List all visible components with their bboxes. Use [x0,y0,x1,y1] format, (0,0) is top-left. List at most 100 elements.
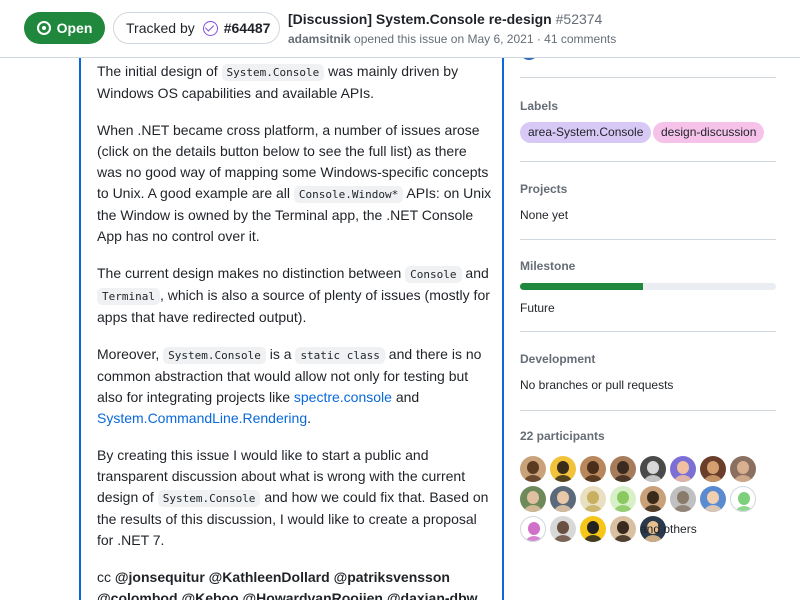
participant-avatar[interactable] [610,516,636,542]
label-design-discussion[interactable]: design-discussion [653,122,765,143]
avatar-shoulders [734,506,754,511]
user-mention[interactable]: @jonsequitur [115,569,205,585]
avatar-shoulders [613,535,633,542]
avatar-shoulders [524,536,544,541]
participant-avatar[interactable] [670,486,696,512]
avatar-face [617,491,629,504]
participant-avatar[interactable] [580,516,606,542]
participant-avatar[interactable] [730,486,756,512]
avatar-face [587,461,599,474]
development-heading[interactable]: Development [520,352,595,366]
avatar-face [557,491,569,504]
avatar-face [527,491,539,504]
participant-avatar[interactable] [520,516,546,542]
avatar-face [587,491,599,504]
avatar-face [677,491,689,504]
inline-code: System.Console [163,347,266,364]
user-mention[interactable]: @colombod [97,590,178,600]
paragraph-cc: cc @jonsequitur @KathleenDollard @patrik… [97,567,492,600]
participant-avatar[interactable] [730,456,756,482]
sidebar-divider [520,77,776,78]
participant-avatar[interactable] [700,486,726,512]
text: The initial design of [97,63,222,79]
avatar-shoulders [523,505,543,512]
projects-value: None yet [520,208,569,222]
milestone-progress-bar [520,283,776,290]
cc-prefix: cc [97,569,115,585]
inline-code: System.Console [157,490,261,507]
avatar-shoulders [643,475,663,482]
issue-sticky-header: Open Tracked by #64487 [Discussion] Syst… [0,0,800,58]
user-mention[interactable]: @HowardvanRooijen [243,590,383,600]
participant-avatar[interactable] [520,456,546,482]
spectre-console-link[interactable]: spectre.console [294,389,392,405]
participant-avatar[interactable] [580,486,606,512]
inline-code: Console.Window* [293,186,404,203]
avatar-shoulders [733,475,753,482]
participant-avatar[interactable] [610,486,636,512]
paragraph-2: When .NET became cross platform, a numbe… [97,120,492,247]
user-mention[interactable]: @patriksvensson [334,569,450,585]
commandline-rendering-link[interactable]: System.CommandLine.Rendering [97,410,307,426]
user-mention[interactable]: @KathleenDollard [209,569,330,585]
avatar-face [707,491,719,504]
sidebar-divider [520,410,776,411]
avatar-shoulders [553,535,573,542]
participant-avatar[interactable] [580,456,606,482]
issue-title-text: [Discussion] System.Console re-design [288,11,552,27]
text: and [391,389,420,405]
issue-title: [Discussion] System.Console re-design #5… [288,11,602,27]
avatar-face [557,461,569,474]
avatar-face [527,461,539,474]
status-label: Open [56,20,93,36]
avatar-shoulders [673,475,693,482]
issue-opened-icon [36,21,51,35]
avatar-shoulders [643,535,663,542]
avatar-face [587,521,599,534]
inline-code: System.Console [221,64,325,81]
avatar-face [617,461,629,474]
avatar-face [707,461,719,474]
participant-avatar[interactable] [700,456,726,482]
avatar-shoulders [583,475,603,482]
label-area-system-console[interactable]: area-System.Console [520,122,652,143]
participant-avatar[interactable] [520,486,546,512]
tracked-by-label: Tracked by [126,20,195,36]
milestone-progress-fill [520,283,643,290]
labels-heading[interactable]: Labels [520,99,558,113]
participant-avatar[interactable] [640,456,666,482]
participant-avatar[interactable] [550,486,576,512]
milestone-heading[interactable]: Milestone [520,259,575,273]
issue-closed-check-icon [202,20,218,36]
issue-comment-body: The initial design of System.Console was… [97,61,492,600]
participant-avatar[interactable] [670,456,696,482]
text: The current design makes no distinction … [97,265,406,281]
paragraph-4: Moreover, System.Console is a static cla… [97,344,492,429]
avatar-shoulders [583,505,603,512]
issue-author-link[interactable]: adamsitnik [288,32,351,46]
participant-avatar[interactable] [640,486,666,512]
avatar-shoulders [643,505,663,512]
avatar-face [737,461,749,474]
participant-avatar[interactable] [610,456,636,482]
text: and [461,265,489,281]
avatar-face [677,461,689,474]
avatar-shoulders [613,475,633,482]
text: . [307,410,311,426]
participant-avatar[interactable] [550,516,576,542]
projects-heading[interactable]: Projects [520,182,567,196]
avatar-face [647,491,659,504]
avatar-shoulders [553,505,573,512]
tracked-by-pill[interactable]: Tracked by #64487 [113,12,280,44]
user-mention[interactable]: @Keboo [181,590,238,600]
sidebar-divider [520,331,776,332]
avatar-shoulders [703,505,723,512]
participants-and-others[interactable]: and others [640,522,697,536]
avatar-shoulders [673,505,693,512]
user-mention[interactable]: @daxian-dbw [387,590,478,600]
milestone-link[interactable]: Future [520,301,555,315]
tracked-issue-link[interactable]: #64487 [224,20,271,36]
development-value: No branches or pull requests [520,378,674,392]
avatar-shoulders [523,475,543,482]
participant-avatar[interactable] [550,456,576,482]
